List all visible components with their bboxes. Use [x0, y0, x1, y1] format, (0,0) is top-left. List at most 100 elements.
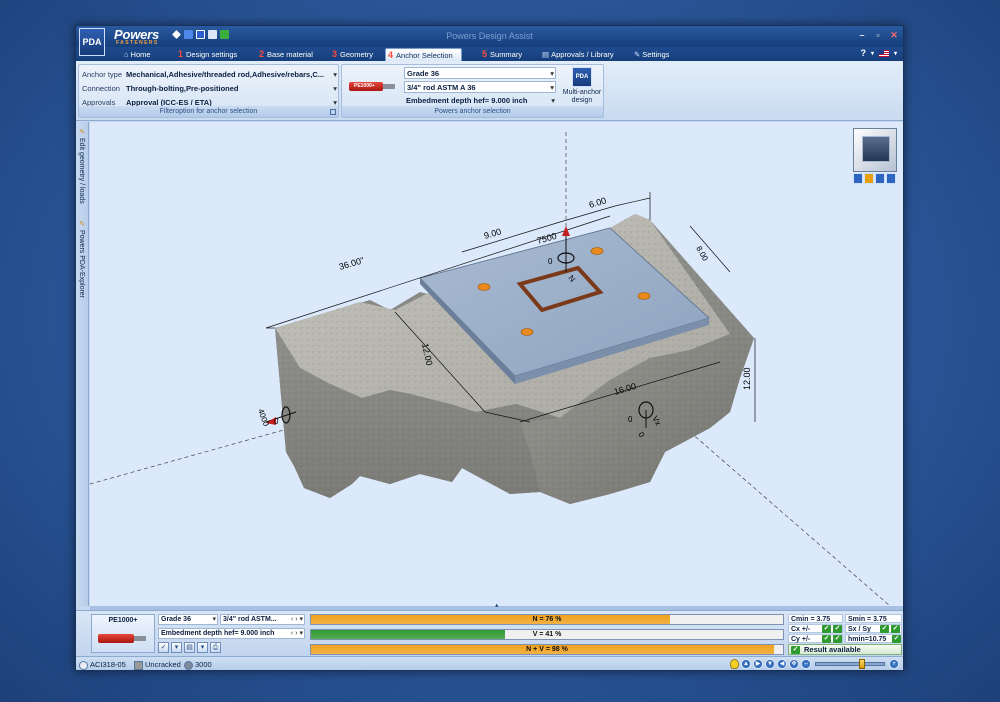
check-icon: ✓: [891, 625, 900, 633]
result-product-card[interactable]: PE1000+: [91, 614, 155, 653]
zero-left-value: 0: [274, 417, 279, 426]
tab-approvals-library[interactable]: ▤ Approvals / Library: [540, 48, 614, 61]
anchor-group-caption: Powers anchor selection: [342, 106, 603, 117]
result-tools: ✓ ▾ ▤ ▾ ⎙: [158, 642, 221, 653]
tab-summary[interactable]: 5 Summary: [480, 48, 522, 61]
check-icon: ✓: [791, 646, 800, 654]
concrete-icon: [134, 660, 143, 670]
anchor-product-image[interactable]: PE1000+: [345, 68, 399, 106]
app-window: PDA Powers FASTENERS Powers Design Assis…: [75, 25, 904, 671]
view-side-icon[interactable]: [886, 173, 896, 184]
anchor-nozzle-icon: [134, 636, 146, 641]
connection-dropdown[interactable]: Through-bolting,Pre-positioned: [126, 82, 338, 95]
check-icon: ✓: [892, 635, 901, 643]
help-icon[interactable]: ?: [860, 48, 866, 58]
result-rod-dropdown[interactable]: 3/4" rod ASTM... ‹ › ▾: [220, 614, 305, 625]
result-available-button[interactable]: ✓ Result available: [788, 644, 902, 655]
tab-settings[interactable]: ✎ Settings: [632, 48, 669, 61]
maximize-icon[interactable]: ▫: [873, 30, 883, 41]
rotate-up-icon[interactable]: ▲: [741, 659, 751, 669]
chevron-down-icon[interactable]: ▾: [894, 50, 897, 57]
check-icon: ✓: [880, 625, 889, 633]
rod-dropdown[interactable]: 3/4" rod ASTM A 36: [404, 81, 556, 93]
dialog-launcher-icon[interactable]: [330, 109, 336, 115]
view-cube-icon[interactable]: [853, 128, 897, 172]
zoom-slider-thumb[interactable]: [859, 659, 866, 669]
zoom-in-icon[interactable]: +: [889, 659, 899, 669]
app-logo[interactable]: PDA: [79, 28, 105, 56]
home-icon: ⌂: [124, 50, 129, 59]
rotate-right-icon[interactable]: ▶: [753, 659, 763, 669]
tab-label: Settings: [642, 50, 670, 59]
connection-label: Connection: [82, 84, 120, 93]
tab-design-settings[interactable]: 1 Design settings: [176, 48, 237, 61]
book-icon: ▤: [542, 50, 550, 59]
dim-plate-length: 9.00: [483, 226, 503, 240]
axis-y: [689, 431, 891, 606]
rotate-left-icon[interactable]: ◀: [777, 659, 787, 669]
result-embedment-value: Embedment depth hef= 9.000 inch: [161, 630, 275, 637]
sidebar-item-edit-geometry[interactable]: ✎ Edit geometry / loads: [77, 128, 85, 204]
light-bulb-icon[interactable]: [730, 659, 739, 669]
left-sidebar: ✎ Edit geometry / loads ✎ Powers PDA-Exp…: [76, 122, 89, 606]
code-icon: [79, 660, 88, 670]
anchor-type-dropdown[interactable]: Mechanical,Adhesive/threaded rod,Adhesiv…: [126, 68, 338, 81]
zero-right-value: 0: [628, 415, 633, 424]
chevron-down-icon[interactable]: ▾: [871, 50, 874, 57]
dropdown-icon[interactable]: ▾: [171, 642, 182, 653]
multi-anchor-design-button[interactable]: PDA Multi-anchor design: [560, 67, 604, 107]
view-iso-icon[interactable]: [864, 173, 874, 184]
anchor-2[interactable]: [590, 247, 604, 255]
status-design-code[interactable]: ACI318-05: [79, 660, 126, 670]
tab-base-material[interactable]: 2 Base material: [257, 48, 313, 61]
close-icon[interactable]: ✕: [889, 30, 899, 41]
dim-edge-distance: 6.00: [588, 195, 608, 209]
pan-icon[interactable]: ✥: [789, 659, 799, 669]
zoom-out-icon[interactable]: –: [801, 659, 811, 669]
anchor-4[interactable]: [520, 328, 534, 336]
result-grade-dropdown[interactable]: Grade 36 ▾: [158, 614, 218, 625]
dim-block-height: 12.00: [742, 367, 752, 390]
dim-block-length: 36.00": [338, 255, 365, 272]
language-flag-icon[interactable]: [878, 49, 889, 57]
3d-viewport[interactable]: 36.00" 9.00 6.00 12.00 16.00 12.00 8.00 …: [90, 122, 903, 606]
status-concrete-text: Uncracked: [145, 660, 181, 669]
multi-anchor-icon: PDA: [572, 67, 592, 87]
status-concrete-state[interactable]: Uncracked: [134, 660, 181, 670]
zoom-slider[interactable]: [815, 659, 885, 669]
graph-icon[interactable]: ✓: [158, 642, 169, 653]
print-icon[interactable]: ⎙: [210, 642, 221, 653]
tab-geometry[interactable]: 3 Geometry: [330, 48, 373, 61]
result-embedment-dropdown[interactable]: Embedment depth hef= 9.000 inch ‹ › ▾: [158, 628, 305, 639]
status-strength[interactable]: 3000: [184, 660, 212, 670]
check-icon: ✓: [833, 625, 842, 633]
dropdown-icon[interactable]: ▾: [197, 642, 208, 653]
report-icon[interactable]: ▤: [184, 642, 195, 653]
stepper-icon: ‹ › ▾: [290, 630, 303, 637]
window-controls: – ▫ ✕: [857, 30, 899, 41]
ribbon-panel: Anchor type Mechanical,Adhesive/threaded…: [76, 61, 903, 121]
help-area: ? ▾ ▾: [860, 48, 897, 58]
sidebar-item-explorer[interactable]: ✎ Powers PDA-Explorer: [77, 220, 85, 298]
check-icon: ✓: [833, 635, 842, 643]
anchor-nozzle-icon: [383, 84, 395, 89]
sidebar-item-label: Powers PDA-Explorer: [78, 229, 85, 299]
minimize-icon[interactable]: –: [857, 30, 867, 41]
utilization-bar-nv: N + V = 98 %: [310, 644, 784, 655]
utilization-bar-v: V = 41 %: [310, 629, 784, 640]
tab-number: 1: [178, 49, 184, 59]
rotate-down-icon[interactable]: ▼: [765, 659, 775, 669]
view-navigator: [853, 128, 897, 186]
tab-anchor-selection[interactable]: 4 Anchor Selection: [385, 48, 462, 61]
chevron-down-icon: ▾: [212, 616, 216, 623]
tab-home[interactable]: ⌂ Home: [122, 48, 151, 61]
anchor-1[interactable]: [477, 283, 491, 291]
grade-dropdown[interactable]: Grade 36: [404, 67, 556, 79]
view-top-icon[interactable]: [875, 173, 885, 184]
status-strength-text: 3000: [195, 660, 212, 669]
tab-label: Summary: [490, 50, 523, 59]
anchor-product-label: PE1000+: [354, 83, 375, 89]
view-front-icon[interactable]: [853, 173, 863, 184]
anchor-3[interactable]: [637, 292, 651, 300]
moment-left-value: 4000: [256, 408, 271, 428]
